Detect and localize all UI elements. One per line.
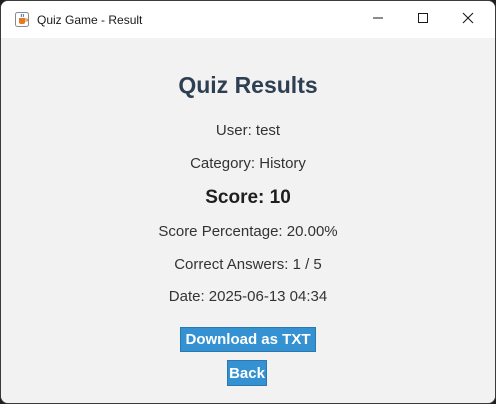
user-label: User: test — [215, 122, 281, 139]
maximize-icon — [417, 11, 429, 29]
title-bar[interactable]: Quiz Game - Result — [1, 1, 495, 38]
page-title: Quiz Results — [178, 72, 318, 98]
result-panel: Quiz Results User: test Category: Histor… — [1, 38, 495, 403]
minimize-icon — [372, 11, 384, 29]
correct-answers-label: Correct Answers: 1 / 5 — [174, 256, 322, 273]
quiz-result-window: Quiz Game - Result Quiz Results User: te… — [0, 0, 496, 404]
close-button[interactable] — [445, 1, 491, 38]
close-icon — [462, 11, 474, 29]
date-label: Date: 2025-06-13 04:34 — [168, 288, 328, 305]
download-txt-button[interactable]: Download as TXT — [180, 327, 316, 352]
category-label: Category: History — [190, 155, 306, 172]
score-label: Score: 10 — [205, 187, 291, 208]
maximize-button[interactable] — [400, 1, 446, 38]
java-cup-icon — [15, 12, 29, 27]
window-title: Quiz Game - Result — [37, 13, 143, 27]
minimize-button[interactable] — [355, 1, 401, 38]
score-percentage-label: Score Percentage: 20.00% — [158, 223, 338, 240]
back-button[interactable]: Back — [227, 360, 267, 386]
